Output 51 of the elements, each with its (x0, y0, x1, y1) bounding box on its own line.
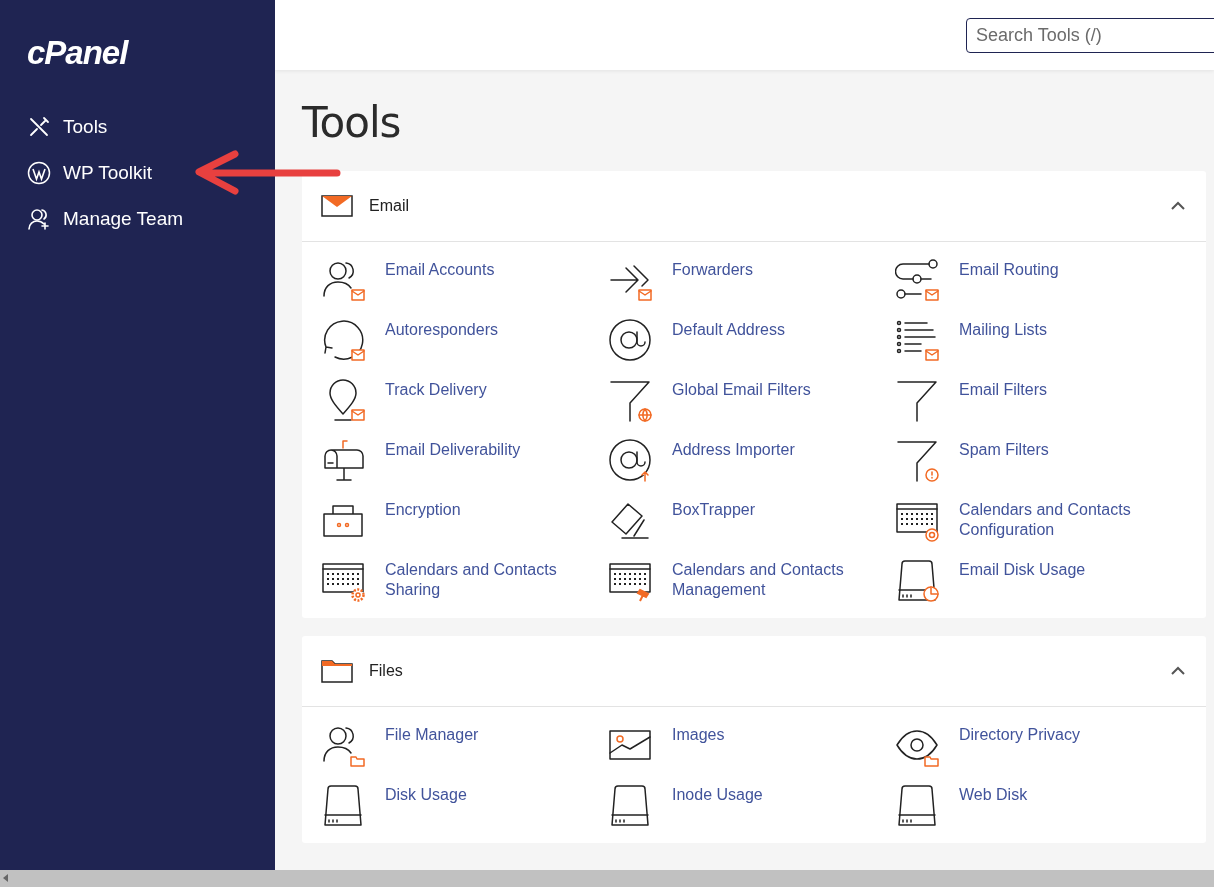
search-field[interactable]: Search Tools (/) (966, 17, 1214, 53)
tool-link[interactable]: BoxTrapper (608, 490, 895, 550)
tool-link[interactable]: Autoresponders (321, 310, 608, 370)
tool-link[interactable]: Images (608, 715, 895, 775)
sidebar-item[interactable]: WP Toolkit (27, 156, 153, 190)
section-title: Email (369, 197, 410, 215)
envelope-icon (321, 193, 353, 219)
tool-link[interactable]: Inode Usage (608, 775, 895, 835)
section-header[interactable]: Files (302, 636, 1206, 707)
tool-link[interactable]: Calendars and Contacts Management (608, 550, 895, 610)
scroll-left-icon[interactable] (3, 874, 8, 882)
drive-pie-icon (895, 558, 939, 602)
section-header[interactable]: Email (302, 171, 1206, 242)
tool-link[interactable]: Email Filters (895, 370, 1187, 430)
at-up-icon (608, 438, 652, 482)
tool-link[interactable]: Forwarders (608, 250, 895, 310)
tool-link[interactable]: Web Disk (895, 775, 1187, 835)
tool-link[interactable]: Address Importer (608, 430, 895, 490)
refresh-mail-icon (321, 318, 365, 362)
page-title: Tools (302, 98, 402, 147)
tool-link[interactable]: Email Disk Usage (895, 550, 1187, 610)
tools-icon (27, 115, 51, 139)
drive-icon (895, 783, 939, 827)
sidebar-item[interactable]: Tools (27, 110, 108, 144)
tool-link[interactable]: Calendars and Contacts Configuration (895, 490, 1187, 550)
tool-link[interactable]: Mailing Lists (895, 310, 1187, 370)
tool-link[interactable]: Spam Filters (895, 430, 1187, 490)
tool-link[interactable]: Calendars and Contacts Sharing (321, 550, 608, 610)
routing-mail-icon (895, 258, 939, 302)
wordpress-icon (27, 161, 51, 185)
tool-link[interactable]: Email Accounts (321, 250, 608, 310)
drive-icon (608, 783, 652, 827)
drive-icon (321, 783, 365, 827)
at-icon (608, 318, 652, 362)
tool-link[interactable]: Email Deliverability (321, 430, 608, 490)
logo[interactable]: cPanel (27, 34, 128, 72)
list-mail-icon (895, 318, 939, 362)
tool-link[interactable]: File Manager (321, 715, 608, 775)
tool-link[interactable]: Global Email Filters (608, 370, 895, 430)
horizontal-scrollbar[interactable] (0, 870, 1214, 887)
tool-link[interactable]: Encryption (321, 490, 608, 550)
tool-link[interactable]: Disk Usage (321, 775, 608, 835)
tool-link[interactable]: Default Address (608, 310, 895, 370)
sidebar-item[interactable]: Manage Team (27, 202, 184, 236)
team-icon (27, 207, 51, 231)
tool-link[interactable]: Directory Privacy (895, 715, 1187, 775)
tool-link[interactable]: Track Delivery (321, 370, 608, 430)
section-title: Files (369, 662, 404, 680)
mailbox-flag-icon (321, 438, 365, 482)
folder-icon (321, 658, 353, 684)
tool-link[interactable]: Email Routing (895, 250, 1187, 310)
